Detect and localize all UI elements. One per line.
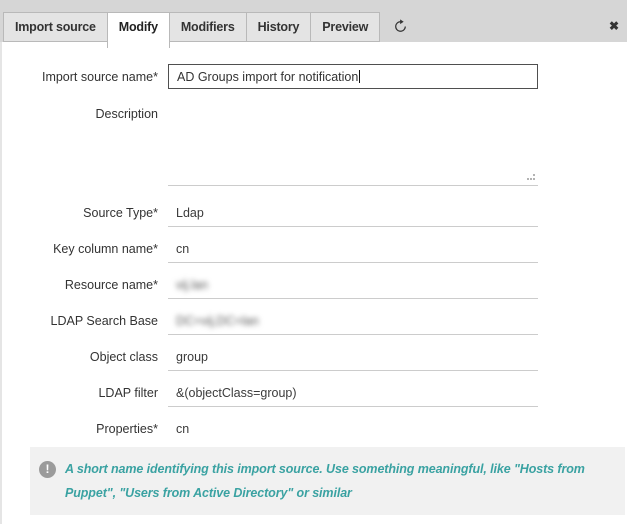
tab-history[interactable]: History [246,12,312,42]
redacted-value: vij.lan [176,278,208,292]
field-label: LDAP Search Base [2,311,158,335]
refresh-icon-glyph [393,19,408,34]
tab-preview[interactable]: Preview [310,12,380,42]
form-row-description: Description [2,96,627,186]
info-box: ! A short name identifying this import s… [30,447,625,515]
form-row-key-column-name: Key column name* cn [2,239,627,263]
form-row-properties: Properties* cn [2,419,627,443]
tab-bar: Import source Modify Modifiers History P… [0,0,627,42]
text-caret [359,70,360,83]
form-row-resource-name: Resource name* vij.lan [2,275,627,299]
field-label: Properties* [2,419,158,443]
field-list: Source Type* Ldap Key column name* cn Re… [2,203,627,443]
form-row-source-type: Source Type* Ldap [2,203,627,227]
key-column-name-field[interactable]: cn [168,239,538,263]
info-help-text: A short name identifying this import sou… [65,457,599,505]
resource-name-field[interactable]: vij.lan [168,275,538,299]
form-row-ldap-filter: LDAP filter &(objectClass=group) [2,383,627,407]
ldap-filter-field[interactable]: &(objectClass=group) [168,383,538,407]
import-source-name-input[interactable]: AD Groups import for notification [168,64,538,89]
resize-grip-icon[interactable] [527,174,536,182]
field-label: LDAP filter [2,383,158,407]
import-source-dialog: Import source Modify Modifiers History P… [0,0,627,524]
form-row-ldap-search-base: LDAP Search Base DC=vij,DC=lan [2,311,627,335]
info-exclamation-icon: ! [39,461,56,478]
field-label: Description [2,96,158,186]
refresh-icon[interactable] [392,18,408,34]
close-icon[interactable]: ✖ [609,20,619,32]
description-textarea[interactable] [168,96,538,186]
ldap-search-base-field[interactable]: DC=vij,DC=lan [168,311,538,335]
tab-import-source[interactable]: Import source [3,12,108,42]
tab-modify[interactable]: Modify [107,12,170,48]
import-source-name-value: AD Groups import for notification [177,70,358,84]
field-label: Resource name* [2,275,158,299]
field-label: Key column name* [2,239,158,263]
field-label: Object class [2,347,158,371]
form-row-import-source-name: Import source name* AD Groups import for… [2,64,627,89]
resize-grip-glyph [527,174,536,182]
redacted-value: DC=vij,DC=lan [176,314,259,328]
object-class-field[interactable]: group [168,347,538,371]
field-label: Import source name* [2,64,158,89]
form-row-object-class: Object class group [2,347,627,371]
modify-form: Import source name* AD Groups import for… [0,42,627,524]
properties-field[interactable]: cn [168,419,538,443]
source-type-field[interactable]: Ldap [168,203,538,227]
tab-modifiers[interactable]: Modifiers [169,12,247,42]
field-label: Source Type* [2,203,158,227]
